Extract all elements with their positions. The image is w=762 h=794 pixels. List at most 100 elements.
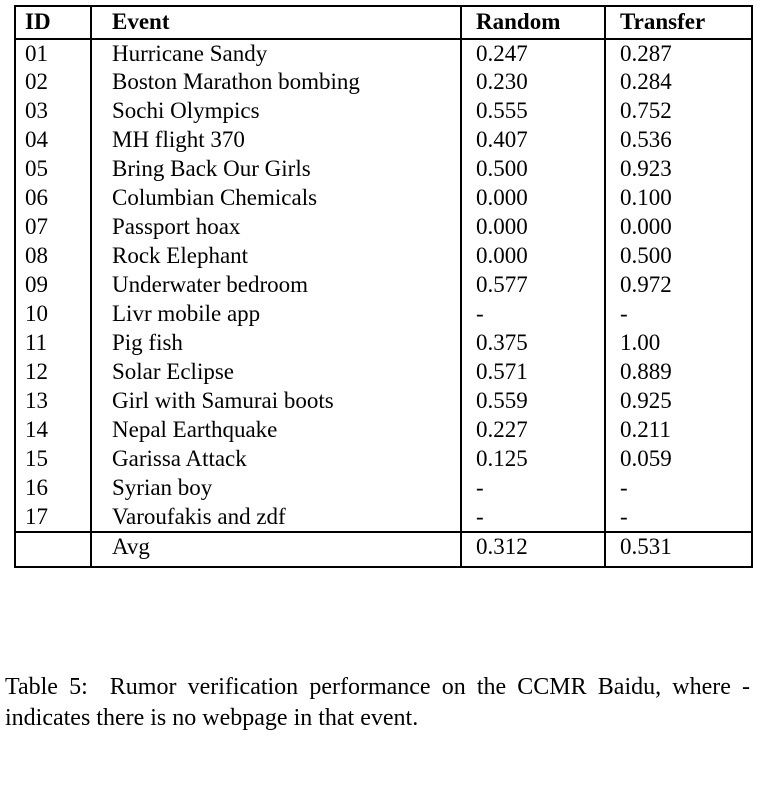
cell-random: 0.247 xyxy=(460,39,606,68)
cell-random: 0.227 xyxy=(460,416,606,445)
cell-id: 10 xyxy=(14,300,92,329)
cell-event: Hurricane Sandy xyxy=(90,39,462,68)
cell-id: 04 xyxy=(14,126,92,155)
table-row: 01 Hurricane Sandy 0.247 0.287 xyxy=(14,39,753,68)
cell-transfer: 1.00 xyxy=(604,329,753,358)
cell-id: 14 xyxy=(14,416,92,445)
cell-event: Boston Marathon bombing xyxy=(90,68,462,97)
cell-random: 0.125 xyxy=(460,445,606,474)
column-header-transfer: Transfer xyxy=(604,5,753,40)
cell-event: Sochi Olympics xyxy=(90,97,462,126)
cell-event: Passport hoax xyxy=(90,213,462,242)
cell-id: 03 xyxy=(14,97,92,126)
caption-label: Table 5: xyxy=(5,674,88,700)
cell-random: 0.000 xyxy=(460,184,606,213)
table-row: 13 Girl with Samurai boots 0.559 0.925 xyxy=(14,387,753,416)
cell-transfer: 0.000 xyxy=(604,213,753,242)
column-header-id: ID xyxy=(14,5,92,40)
cell-transfer: 0.500 xyxy=(604,242,753,271)
cell-id: 02 xyxy=(14,68,92,97)
cell-transfer-average: 0.531 xyxy=(604,531,753,568)
cell-random: 0.000 xyxy=(460,213,606,242)
rumor-table-container: ID Event Random Transfer 01 Hurricane San… xyxy=(14,5,753,568)
table-row: 03 Sochi Olympics 0.555 0.752 xyxy=(14,97,753,126)
cell-id: 01 xyxy=(14,39,92,68)
cell-id: 16 xyxy=(14,474,92,503)
cell-event: Columbian Chemicals xyxy=(90,184,462,213)
cell-random: 0.555 xyxy=(460,97,606,126)
cell-transfer: 0.752 xyxy=(604,97,753,126)
cell-random: 0.577 xyxy=(460,271,606,300)
table-row: 07 Passport hoax 0.000 0.000 xyxy=(14,213,753,242)
table-row: 14 Nepal Earthquake 0.227 0.211 xyxy=(14,416,753,445)
cell-event: Syrian boy xyxy=(90,474,462,503)
cell-id: 07 xyxy=(14,213,92,242)
cell-id: 15 xyxy=(14,445,92,474)
column-header-random: Random xyxy=(460,5,606,40)
cell-transfer: 0.287 xyxy=(604,39,753,68)
cell-id xyxy=(14,531,92,568)
table-row: 12 Solar Eclipse 0.571 0.889 xyxy=(14,358,753,387)
cell-transfer: 0.211 xyxy=(604,416,753,445)
cell-random: 0.500 xyxy=(460,155,606,184)
cell-id: 17 xyxy=(14,503,92,532)
table-row: 05 Bring Back Our Girls 0.500 0.923 xyxy=(14,155,753,184)
table-row: 09 Underwater bedroom 0.577 0.972 xyxy=(14,271,753,300)
cell-event: Rock Elephant xyxy=(90,242,462,271)
table-figure-page: ID Event Random Transfer 01 Hurricane San… xyxy=(0,0,762,794)
table-row: 10 Livr mobile app - - xyxy=(14,300,753,329)
cell-event: Nepal Earthquake xyxy=(90,416,462,445)
cell-id: 08 xyxy=(14,242,92,271)
cell-event-average-label: Avg xyxy=(90,531,462,568)
cell-event: Solar Eclipse xyxy=(90,358,462,387)
table-row: 06 Columbian Chemicals 0.000 0.100 xyxy=(14,184,753,213)
cell-id: 06 xyxy=(14,184,92,213)
cell-transfer: 0.536 xyxy=(604,126,753,155)
cell-transfer: 0.059 xyxy=(604,445,753,474)
table-row: 16 Syrian boy - - xyxy=(14,474,753,503)
cell-random-average: 0.312 xyxy=(460,531,606,568)
figure-caption: Table 5: Rumor verification performance o… xyxy=(5,672,750,733)
cell-id: 11 xyxy=(14,329,92,358)
cell-random: - xyxy=(460,503,606,532)
table-row: 15 Garissa Attack 0.125 0.059 xyxy=(14,445,753,474)
cell-event: MH flight 370 xyxy=(90,126,462,155)
cell-random: 0.559 xyxy=(460,387,606,416)
cell-random: 0.000 xyxy=(460,242,606,271)
column-header-event: Event xyxy=(90,5,462,40)
table-row: 08 Rock Elephant 0.000 0.500 xyxy=(14,242,753,271)
cell-random: 0.571 xyxy=(460,358,606,387)
table-summary-row: Avg 0.312 0.531 xyxy=(14,531,753,568)
cell-transfer: 0.972 xyxy=(604,271,753,300)
table-header-row: ID Event Random Transfer xyxy=(14,5,753,40)
cell-id: 05 xyxy=(14,155,92,184)
table-row: 17 Varoufakis and zdf - - xyxy=(14,503,753,532)
cell-id: 12 xyxy=(14,358,92,387)
cell-event: Girl with Samurai boots xyxy=(90,387,462,416)
cell-id: 09 xyxy=(14,271,92,300)
cell-id: 13 xyxy=(14,387,92,416)
cell-random: 0.375 xyxy=(460,329,606,358)
table-row: 02 Boston Marathon bombing 0.230 0.284 xyxy=(14,68,753,97)
cell-random: - xyxy=(460,300,606,329)
cell-transfer: 0.923 xyxy=(604,155,753,184)
cell-transfer: 0.284 xyxy=(604,68,753,97)
cell-random: 0.407 xyxy=(460,126,606,155)
table-row: 11 Pig fish 0.375 1.00 xyxy=(14,329,753,358)
table-body: 01 Hurricane Sandy 0.247 0.287 02 Boston Mara… xyxy=(14,39,753,568)
cell-random: 0.230 xyxy=(460,68,606,97)
caption-text: Rumor verification performance on the CC… xyxy=(5,674,751,731)
cell-event: Underwater bedroom xyxy=(90,271,462,300)
cell-event: Garissa Attack xyxy=(90,445,462,474)
table-row: 04 MH flight 370 0.407 0.536 xyxy=(14,126,753,155)
cell-transfer: - xyxy=(604,474,753,503)
cell-event: Bring Back Our Girls xyxy=(90,155,462,184)
rumor-verification-table: ID Event Random Transfer 01 Hurricane San… xyxy=(14,5,753,568)
cell-transfer: 0.889 xyxy=(604,358,753,387)
cell-transfer: 0.925 xyxy=(604,387,753,416)
cell-transfer: - xyxy=(604,300,753,329)
cell-random: - xyxy=(460,474,606,503)
cell-event: Livr mobile app xyxy=(90,300,462,329)
cell-event: Varoufakis and zdf xyxy=(90,503,462,532)
cell-transfer: 0.100 xyxy=(604,184,753,213)
